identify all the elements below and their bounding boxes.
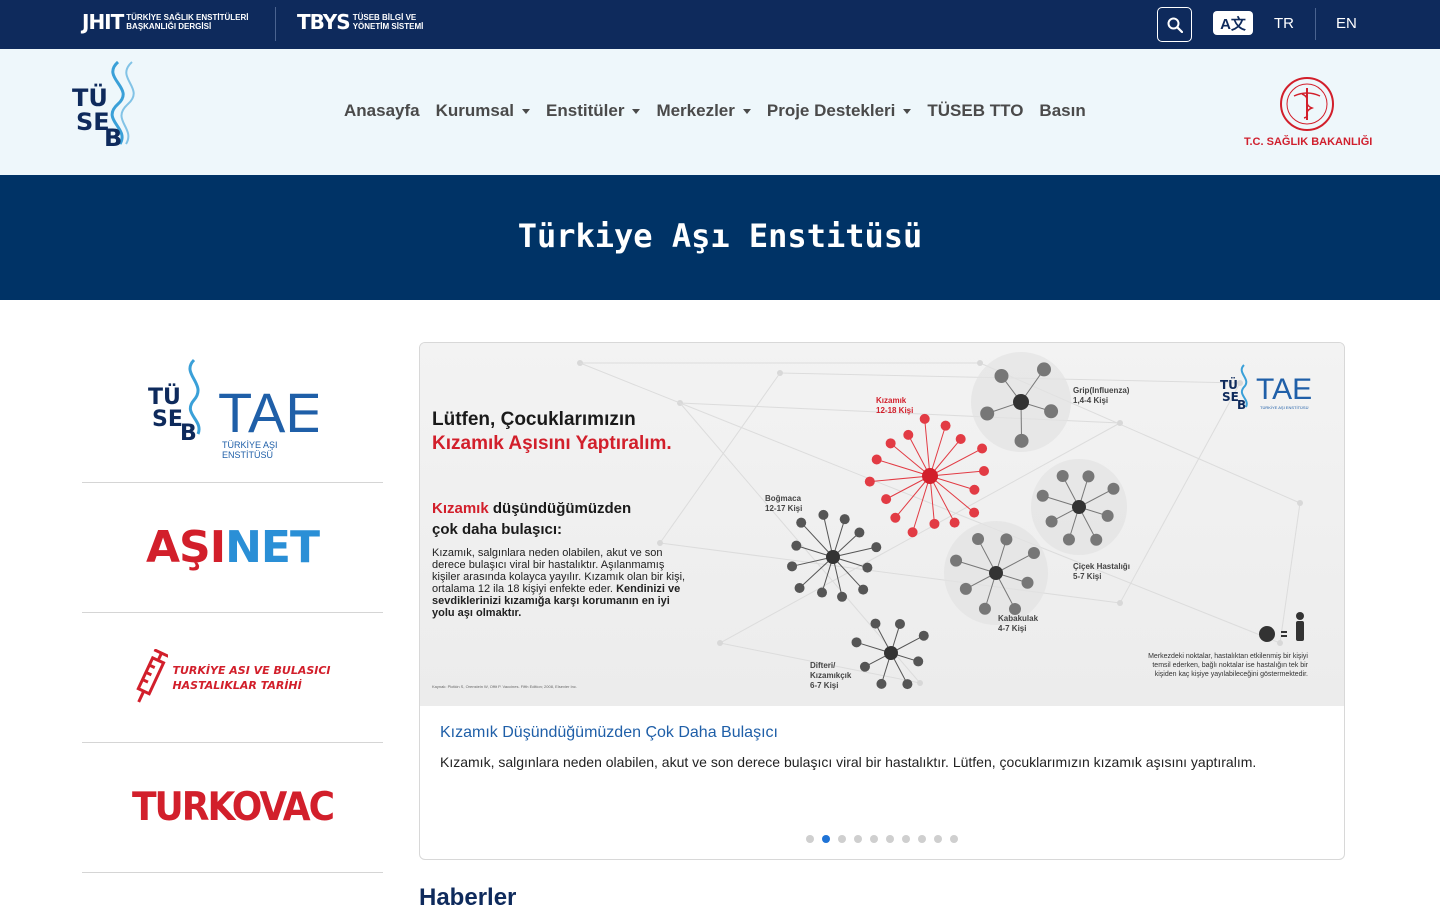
caret-down-icon	[522, 108, 531, 114]
svg-text:SE: SE	[152, 407, 183, 432]
carousel-indicator-dot[interactable]	[838, 835, 846, 843]
nav-proje-destekleri[interactable]: Proje Destekleri	[767, 101, 912, 121]
search-button[interactable]	[1157, 7, 1192, 42]
ministry-logo[interactable]: T.C. SAĞLIK BAKANLIĞI	[1244, 76, 1373, 152]
svg-text:B: B	[1237, 398, 1246, 412]
sidebar-item-tae[interactable]: TÜ SE B TAE TÜRKİYE AŞI ENSTİTÜSÜ	[82, 340, 383, 483]
nav-label: Proje Destekleri	[766, 101, 896, 120]
slide-sub-line2: çok daha bulaşıcı:	[432, 521, 563, 538]
caret-down-icon	[632, 108, 641, 114]
nav-basin[interactable]: Basın	[1039, 101, 1085, 121]
carousel-indicator-dot[interactable]	[902, 835, 910, 843]
carousel-caption-title[interactable]: Kızamık Düşündüğümüzden Çok Daha Bulaşıc…	[440, 724, 778, 742]
caret-down-icon	[742, 108, 751, 114]
sidebar: TÜ SE B TAE TÜRKİYE AŞI ENSTİTÜSÜ AŞINET	[82, 340, 383, 873]
slide-subheadline: Kızamık düşündüğümüzden çok daha bulaşıc…	[432, 498, 631, 540]
history-logo: TURKİYE ASI VE BULASICI HASTALIKLAR TARİ…	[134, 648, 331, 707]
top-bar: JHIT TÜRKİYE SAĞLIK ENSTİTÜLERİ BAŞKANLI…	[0, 0, 1440, 49]
carousel-indicator-dot[interactable]	[822, 835, 830, 843]
carousel-slide-image[interactable]: Lütfen, Çocuklarımızın Kızamık Aşısını Y…	[420, 343, 1344, 706]
carousel-indicator-dot[interactable]	[950, 835, 958, 843]
nav-label: Kurumsal	[435, 101, 515, 120]
search-icon	[1167, 17, 1183, 33]
syringe-icon	[136, 648, 169, 703]
tae-text: TAE	[218, 381, 318, 444]
nav-anasayfa[interactable]: Anasayfa	[344, 101, 420, 121]
tae-logo: TÜ SE B TAE TÜRKİYE AŞI ENSTİTÜSÜ	[148, 358, 318, 460]
sidebar-item-history[interactable]: TURKİYE ASI VE BULASICI HASTALIKLAR TARİ…	[82, 613, 383, 743]
history-line2: HASTALIKLAR TARİHİ	[172, 678, 302, 692]
slide-headline: Lütfen, Çocuklarımızın Kızamık Aşısını Y…	[432, 408, 672, 456]
nav-label: TÜSEB TTO	[927, 101, 1024, 120]
label-difteri: Difteri/Kızamıkçık 6-7 Kişi	[810, 661, 852, 690]
jhit-link[interactable]: JHIT TÜRKİYE SAĞLIK ENSTİTÜLERİ BAŞKANLI…	[82, 10, 251, 34]
slide-body: Kızamık, salgınlara neden olabilen, akut…	[432, 547, 692, 619]
sidebar-item-turkovac[interactable]: TURKOVAC	[82, 743, 383, 873]
carousel-caption-text: Kızamık, salgınlara neden olabilen, akut…	[440, 754, 1257, 770]
label-kabakulak: Kabakulak 4-7 Kişi	[998, 614, 1039, 633]
tuseb-logo-icon: TÜ SE B	[72, 60, 135, 152]
svg-text:B: B	[104, 124, 122, 152]
carousel-indicator-dot[interactable]	[918, 835, 926, 843]
ministry-emblem-icon	[1280, 77, 1334, 131]
translate-icon[interactable]: A文	[1213, 11, 1253, 35]
carousel-indicator-dot[interactable]	[854, 835, 862, 843]
nav-kurumsal[interactable]: Kurumsal	[435, 101, 531, 121]
tbys-subtitle: TÜSEB BİLGİ VE YÖNETİM SİSTEMİ	[352, 13, 424, 31]
asinet-blue-text: NET	[225, 522, 320, 573]
carousel-indicator-dot[interactable]	[886, 835, 894, 843]
slide-headline-line2: Kızamık Aşısını Yaptıralım.	[432, 433, 672, 454]
asinet-logo: AŞINET	[145, 522, 320, 573]
tae-sub2: ENSTİTÜSÜ	[222, 450, 273, 460]
carousel-indicator-dot[interactable]	[934, 835, 942, 843]
jhit-subtitle: TÜRKİYE SAĞLIK ENSTİTÜLERİ BAŞKANLIĞI DE…	[126, 13, 249, 31]
ministry-name: T.C. SAĞLIK BAKANLIĞI	[1244, 136, 1373, 148]
slide-sub-rest: düşündüğümüzden	[488, 500, 632, 517]
turkovac-logo: TURKOVAC	[131, 784, 335, 831]
slide-sub-red: Kızamık	[432, 500, 489, 517]
lang-en-link[interactable]: EN	[1336, 15, 1357, 32]
tuseb-logo[interactable]: TÜ SE B	[70, 58, 140, 170]
history-line1: TURKİYE ASI VE BULASICI	[172, 663, 331, 677]
label-grip: Grip(Influenza) 1,4-4 Kişi	[1073, 386, 1130, 405]
svg-text:TAE: TAE	[1256, 373, 1312, 406]
caret-down-icon	[903, 108, 912, 114]
carousel-indicator-dot[interactable]	[870, 835, 878, 843]
carousel-indicators	[806, 835, 958, 843]
label-bogmaca: Boğmaca 12-17 Kişi	[765, 494, 803, 513]
legend-note: Merkezdeki noktalar, hastalıktan etkilen…	[1148, 653, 1308, 678]
nav-tuseb-tto[interactable]: TÜSEB TTO	[927, 101, 1023, 121]
nav-enstituler[interactable]: Enstitüler	[546, 101, 641, 121]
lang-tr-link[interactable]: TR	[1274, 15, 1294, 32]
top-divider	[275, 7, 276, 41]
nav-label: Anasayfa	[344, 101, 420, 120]
label-kizamik: Kızamık 12-18 Kişi	[876, 396, 914, 415]
asinet-red-text: AŞI	[145, 522, 226, 573]
label-cicek: Çiçek Hastalığı 5-7 Kişi	[1073, 562, 1130, 581]
news-section-title: Haberler	[419, 884, 517, 911]
page-title: Türkiye Aşı Enstitüsü	[517, 217, 923, 255]
tbys-link[interactable]: TBYS TÜSEB BİLGİ VE YÖNETİM SİSTEMİ	[297, 10, 433, 34]
nav-label: Basın	[1039, 101, 1086, 120]
carousel-indicator-dot[interactable]	[806, 835, 814, 843]
nav-merkezler[interactable]: Merkezler	[656, 101, 751, 121]
carousel-card: Lütfen, Çocuklarımızın Kızamık Aşısını Y…	[419, 342, 1345, 860]
svg-text:TÜRKİYE AŞI ENSTİTÜSÜ: TÜRKİYE AŞI ENSTİTÜSÜ	[1260, 405, 1309, 410]
nav-menu: Anasayfa Kurumsal Enstitüler Merkezler P…	[344, 101, 1086, 121]
tbys-logo-text: TBYS	[297, 10, 351, 34]
svg-text:B: B	[180, 421, 197, 446]
slide-headline-line1: Lütfen, Çocuklarımızın	[432, 409, 636, 430]
slide-source: Kaynak: Plotkin S, Orenstein W, Offit P.…	[432, 684, 577, 689]
jhit-logo-text: JHIT	[82, 10, 124, 34]
sidebar-item-asinet[interactable]: AŞINET	[82, 483, 383, 613]
lang-divider	[1315, 8, 1316, 40]
nav-label: Enstitüler	[546, 101, 625, 120]
nav-label: Merkezler	[656, 101, 735, 120]
tae-sub1: TÜRKİYE AŞI	[222, 440, 278, 450]
